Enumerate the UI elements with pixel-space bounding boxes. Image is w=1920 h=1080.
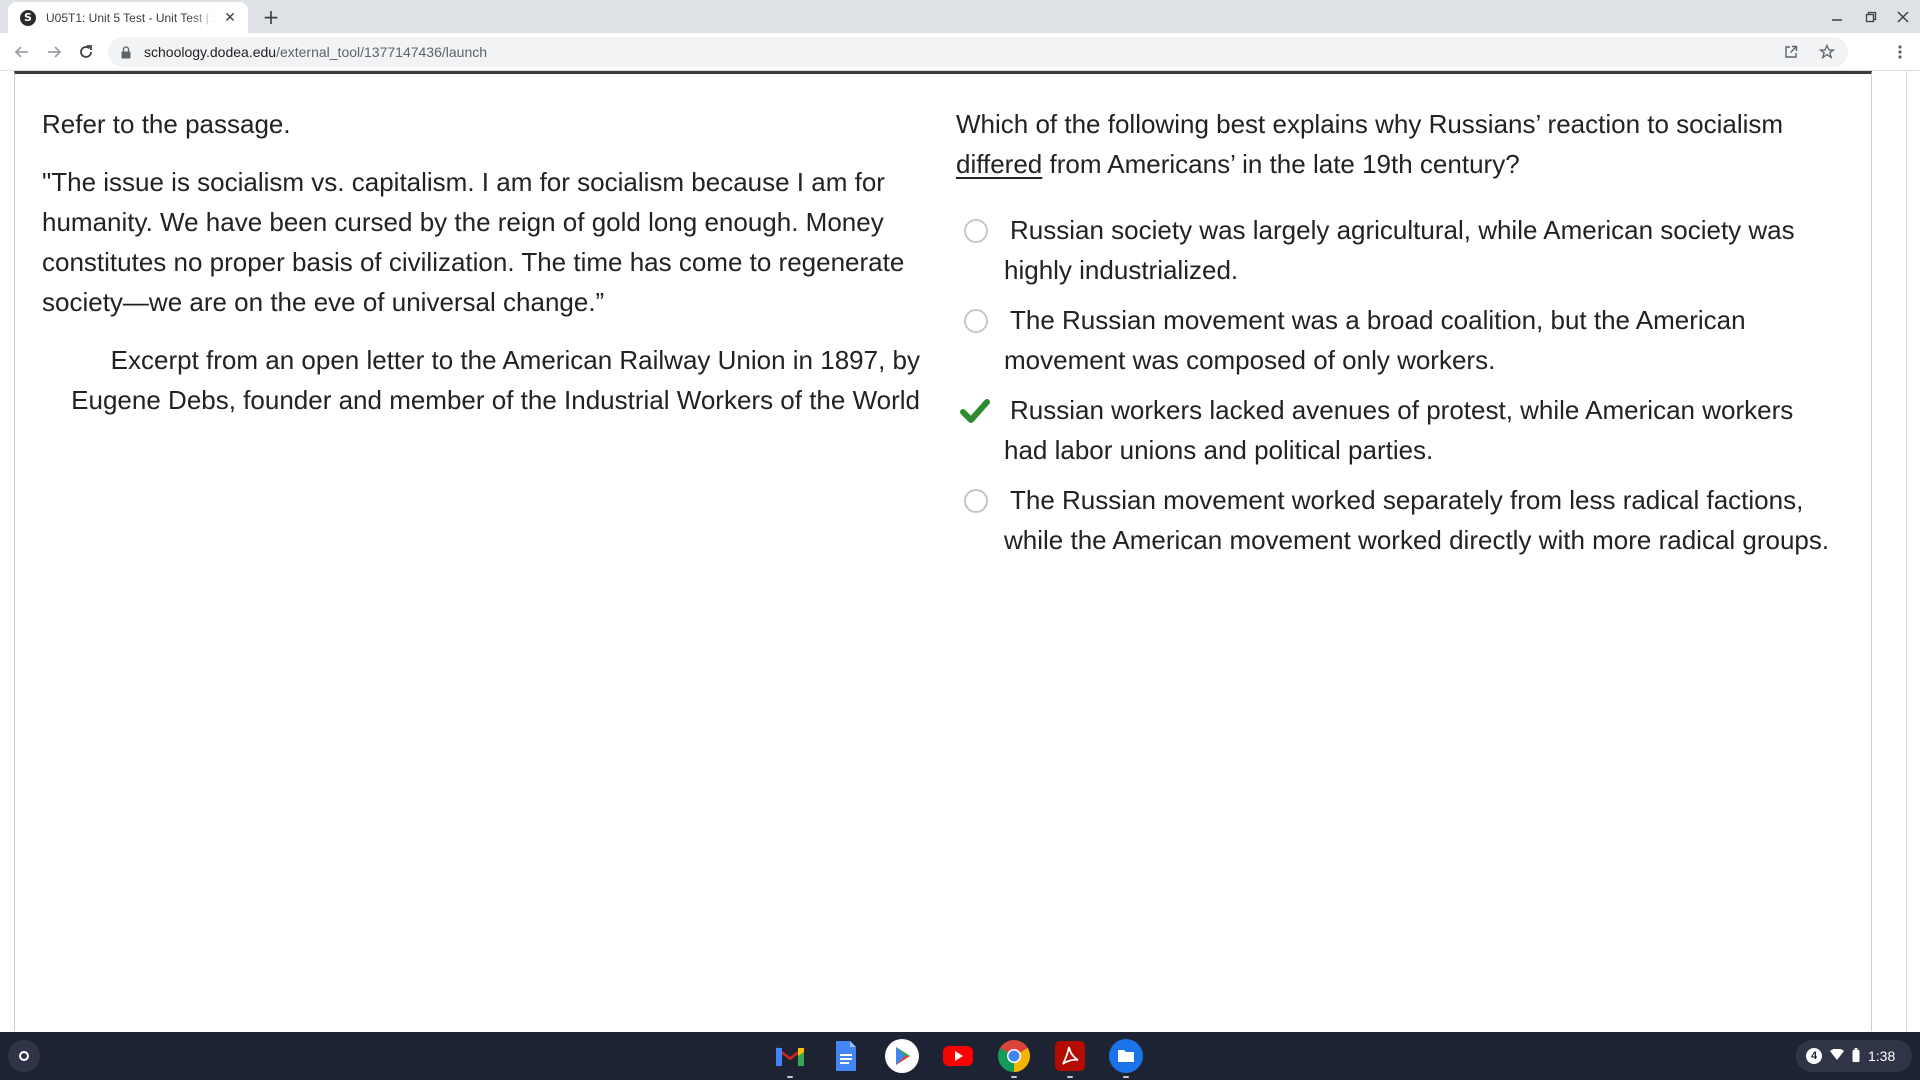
answer-choice-a[interactable]: Russian society was largely agricultural…: [956, 210, 1836, 290]
radio-button[interactable]: [964, 489, 988, 513]
choice-text: Russian society was largely agricultural…: [1004, 215, 1795, 285]
question-prompt: Which of the following best explains why…: [956, 109, 1784, 179]
acrobat-icon[interactable]: [1052, 1038, 1088, 1078]
play-store-icon[interactable]: [884, 1038, 920, 1074]
answer-choices: Russian society was largely agricultural…: [956, 210, 1836, 560]
open-in-new-icon[interactable]: [1780, 41, 1802, 63]
schoology-favicon-icon: S: [20, 9, 36, 26]
browser-toolbar: schoology.dodea.edu/external_tool/137714…: [0, 33, 1920, 71]
minimize-icon[interactable]: [1826, 6, 1848, 28]
radio-button[interactable]: [964, 219, 988, 243]
tab-strip: S U05T1: Unit 5 Test - Unit Test | S ✕ +: [0, 0, 1920, 33]
new-tab-button[interactable]: +: [260, 5, 282, 29]
close-window-icon[interactable]: [1892, 6, 1914, 28]
status-tray[interactable]: 4 1:38: [1796, 1040, 1912, 1072]
close-tab-icon[interactable]: ✕: [222, 9, 238, 26]
answer-choice-b[interactable]: The Russian movement was a broad coaliti…: [956, 300, 1836, 380]
system-shelf: 4 1:38: [0, 1032, 1920, 1080]
bookmark-star-icon[interactable]: [1816, 41, 1838, 63]
answer-choice-c[interactable]: Russian workers lacked avenues of protes…: [956, 390, 1836, 470]
choice-text: The Russian movement was a broad coaliti…: [1004, 305, 1746, 375]
battery-icon: [1852, 1047, 1860, 1065]
launcher-icon: [19, 1051, 29, 1061]
url-text[interactable]: schoology.dodea.edu/external_tool/137714…: [144, 44, 487, 60]
files-icon[interactable]: [1108, 1038, 1144, 1078]
restore-icon[interactable]: [1860, 6, 1882, 28]
google-docs-icon[interactable]: [828, 1038, 864, 1074]
scrollbar-gutter[interactable]: [1873, 71, 1920, 1031]
browser-tab[interactable]: S U05T1: Unit 5 Test - Unit Test | S ✕: [8, 2, 248, 33]
choice-text: The Russian movement worked separately f…: [1004, 485, 1830, 555]
youtube-icon[interactable]: [940, 1038, 976, 1074]
checkmark-icon: [960, 396, 990, 424]
notification-count-badge: 4: [1806, 1048, 1822, 1064]
passage-citation: Excerpt from an open letter to the Ameri…: [71, 345, 920, 415]
address-bar[interactable]: schoology.dodea.edu/external_tool/137714…: [108, 37, 1848, 67]
back-icon[interactable]: [10, 40, 34, 64]
chrome-icon[interactable]: [996, 1038, 1032, 1078]
wifi-icon: [1830, 1048, 1844, 1064]
forward-icon[interactable]: [42, 40, 66, 64]
tab-title: U05T1: Unit 5 Test - Unit Test | S: [46, 10, 216, 25]
launcher-button[interactable]: [8, 1040, 40, 1072]
radio-button[interactable]: [964, 309, 988, 333]
question-panel: Which of the following best explains why…: [956, 104, 1836, 570]
passage-panel: Refer to the passage. "The issue is soci…: [42, 104, 920, 420]
passage-quote: "The issue is socialism vs. capitalism. …: [42, 167, 905, 317]
underlined-keyword: differed: [956, 149, 1043, 179]
passage-instruction: Refer to the passage.: [42, 109, 291, 139]
kebab-menu-icon[interactable]: [1888, 40, 1912, 64]
reload-icon[interactable]: [74, 40, 98, 64]
clock-time: 1:38: [1868, 1048, 1896, 1064]
answer-choice-d[interactable]: The Russian movement worked separately f…: [956, 480, 1836, 560]
lock-icon[interactable]: [120, 45, 132, 59]
scrollbar-track[interactable]: [1906, 71, 1907, 1031]
gmail-icon[interactable]: [772, 1038, 808, 1078]
pinned-apps: [772, 1038, 1144, 1078]
choice-text: Russian workers lacked avenues of protes…: [1004, 395, 1794, 465]
